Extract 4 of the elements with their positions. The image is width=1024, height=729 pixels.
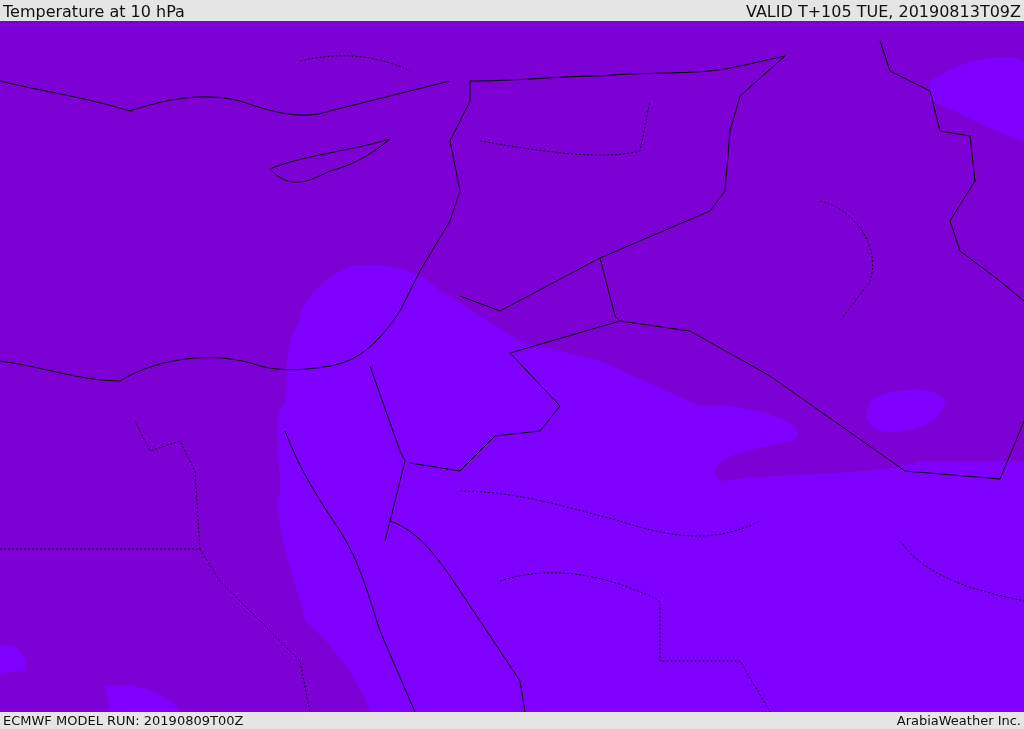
- map-title: Temperature at 10 hPa: [3, 3, 185, 21]
- credit-text: ArabiaWeather Inc.: [896, 713, 1021, 728]
- valid-time: VALID T+105 TUE, 20190813T09Z: [746, 3, 1021, 21]
- model-run: ECMWF MODEL RUN: 20190809T00Z: [3, 713, 244, 728]
